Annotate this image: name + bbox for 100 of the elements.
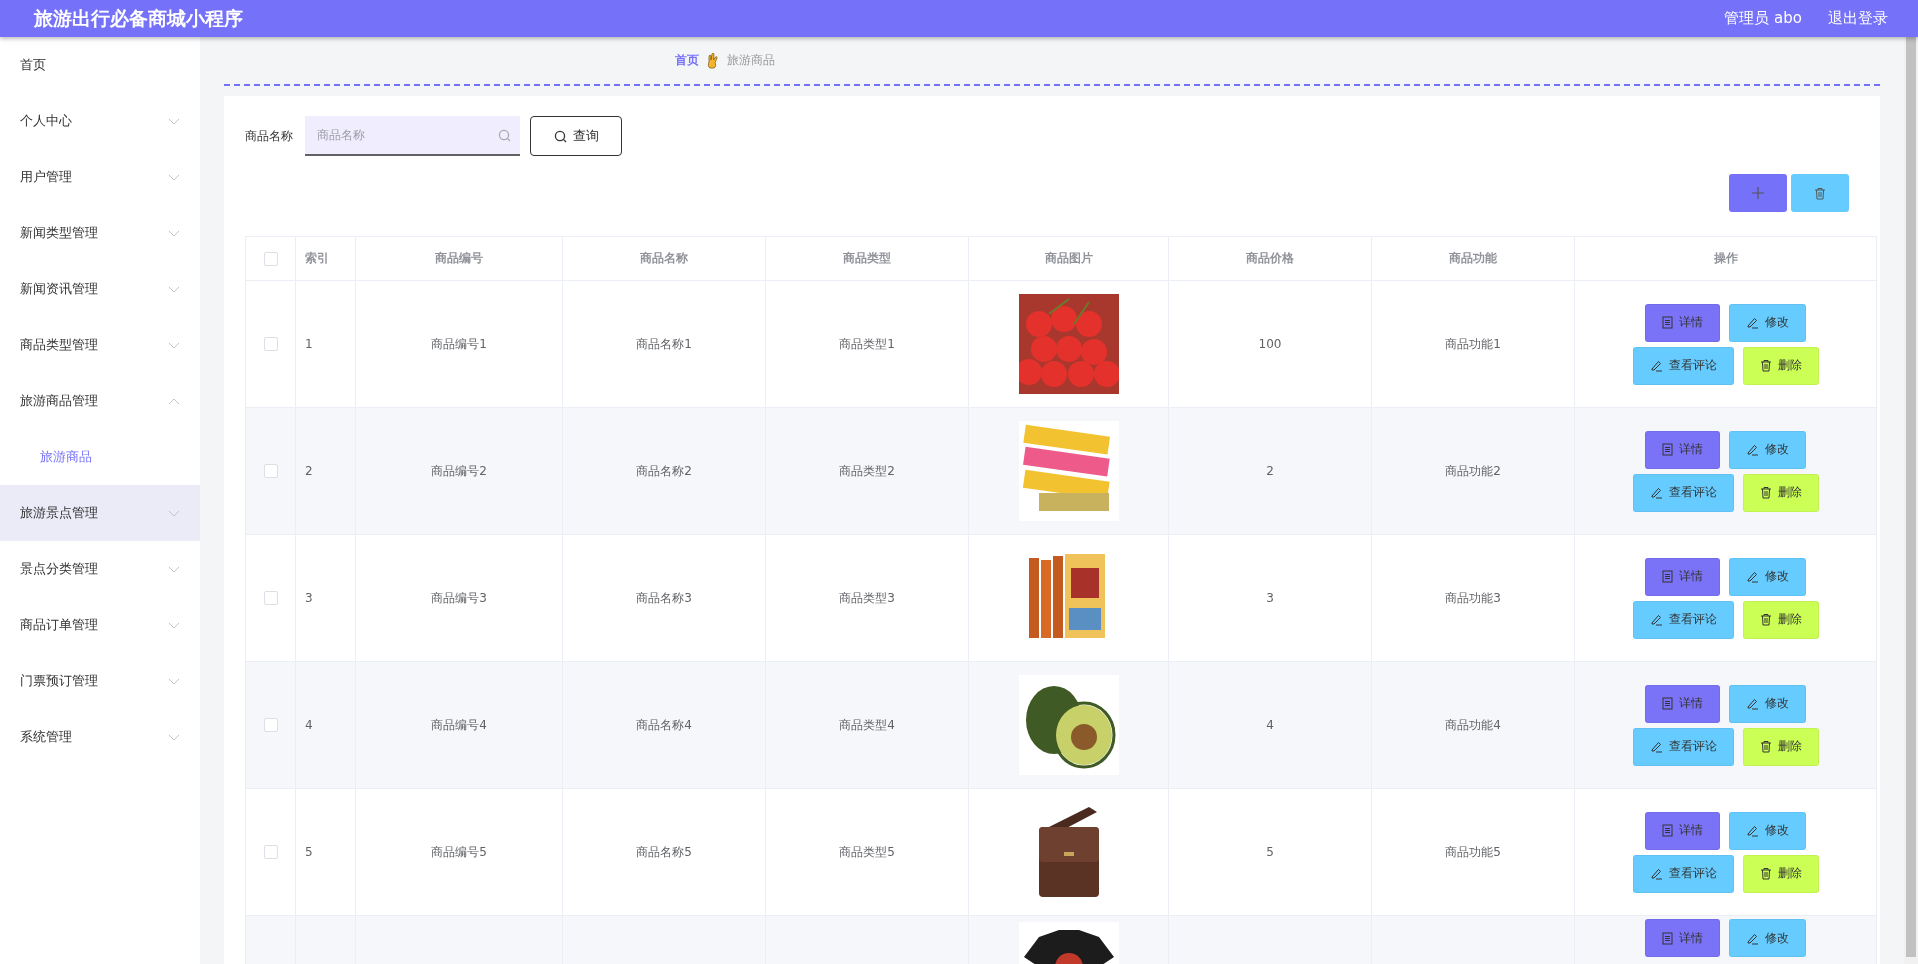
table-cell: 商品名称2 xyxy=(636,463,692,478)
trash-icon xyxy=(1759,867,1772,880)
table-cell: 商品编号2 xyxy=(431,463,487,478)
pencil-icon xyxy=(1649,740,1663,753)
trash-icon xyxy=(1759,359,1772,372)
comments-button[interactable]: 查看评论 xyxy=(1632,346,1734,385)
sidebar-item[interactable]: 旅游商品管理 xyxy=(0,373,200,429)
sidebar-item[interactable]: 旅游景点管理 xyxy=(0,485,200,541)
delete-button[interactable]: 删除 xyxy=(1742,473,1819,512)
add-button[interactable] xyxy=(1729,174,1787,212)
sidebar-item[interactable]: 商品类型管理 xyxy=(0,317,200,373)
pencil-icon xyxy=(1649,613,1663,626)
document-icon xyxy=(1662,316,1673,329)
search-label: 商品名称 xyxy=(245,127,293,145)
edit-button[interactable]: 修改 xyxy=(1729,430,1806,469)
document-icon xyxy=(1662,931,1673,945)
checkbox[interactable] xyxy=(263,591,278,606)
delete-button[interactable]: 删除 xyxy=(1742,600,1819,639)
edit-button[interactable]: 修改 xyxy=(1729,919,1806,957)
plus-icon xyxy=(1752,187,1764,199)
delete-button[interactable]: 删除 xyxy=(1742,854,1819,893)
column-header: 商品图片 xyxy=(1044,251,1093,265)
pencil-icon xyxy=(1746,570,1759,583)
table-cell: 1 xyxy=(305,337,313,351)
sidebar-item[interactable]: 个人中心 xyxy=(0,93,200,149)
app-title: 旅游出行必备商城小程序 xyxy=(34,5,244,31)
table-cell: 商品编号5 xyxy=(431,844,487,859)
logout-link[interactable]: 退出登录 xyxy=(1828,9,1888,28)
table-cell: 商品功能4 xyxy=(1445,717,1501,732)
pencil-icon xyxy=(1746,931,1759,945)
table-cell: 商品名称5 xyxy=(636,844,692,859)
sidebar-item[interactable]: 新闻资讯管理 xyxy=(0,261,200,317)
hand-icon xyxy=(707,52,719,69)
sidebar-item[interactable]: 景点分类管理 xyxy=(0,541,200,597)
table-cell: 商品名称1 xyxy=(636,336,692,351)
comments-button[interactable]: 查看评论 xyxy=(1632,727,1734,766)
table-cell: 3 xyxy=(305,591,313,605)
pencil-icon xyxy=(1649,359,1663,372)
sidebar-item[interactable]: 首页 xyxy=(0,37,200,93)
search-icon xyxy=(553,129,567,143)
checkbox[interactable] xyxy=(263,845,278,860)
comments-button[interactable]: 查看评论 xyxy=(1632,854,1734,893)
table-cell: 商品名称4 xyxy=(636,717,692,732)
trash-icon xyxy=(1759,740,1772,753)
checkbox[interactable] xyxy=(263,464,278,479)
table-cell: 商品功能1 xyxy=(1445,336,1501,351)
table-cell: 5 xyxy=(1266,845,1274,859)
table-cell: 商品类型5 xyxy=(839,844,895,859)
table-cell: 商品类型2 xyxy=(839,463,895,478)
edit-button[interactable]: 修改 xyxy=(1729,303,1806,342)
delete-button[interactable] xyxy=(1791,174,1849,212)
pencil-icon xyxy=(1649,486,1663,499)
table-cell: 商品编号3 xyxy=(431,590,487,605)
table-cell: 商品功能3 xyxy=(1445,590,1501,605)
checkbox[interactable] xyxy=(263,718,278,733)
breadcrumb-link[interactable]: 首页 xyxy=(675,52,699,69)
edit-button[interactable]: 修改 xyxy=(1729,557,1806,596)
comments-button[interactable]: 查看评论 xyxy=(1632,473,1734,512)
checkbox[interactable] xyxy=(263,251,278,266)
delete-button[interactable]: 删除 xyxy=(1742,346,1819,385)
document-icon xyxy=(1662,570,1673,583)
query-button[interactable]: 查询 xyxy=(530,116,622,156)
table-cell: 商品名称3 xyxy=(636,590,692,605)
column-header: 商品类型 xyxy=(843,251,891,265)
column-header: 商品名称 xyxy=(640,251,688,265)
column-header: 商品功能 xyxy=(1449,251,1497,265)
sidebar-item[interactable]: 商品订单管理 xyxy=(0,597,200,653)
column-header: 索引 xyxy=(305,251,329,265)
table-cell: 2 xyxy=(305,464,313,478)
table-cell: 4 xyxy=(305,718,313,732)
comments-button[interactable]: 查看评论 xyxy=(1632,600,1734,639)
delete-button[interactable]: 删除 xyxy=(1742,727,1819,766)
trash-icon xyxy=(1759,613,1772,626)
pencil-icon xyxy=(1746,316,1759,329)
table-cell: 3 xyxy=(1266,591,1274,605)
scrollbar-thumb[interactable] xyxy=(1906,37,1916,957)
trash-icon xyxy=(1814,186,1826,200)
sidebar-item[interactable]: 系统管理 xyxy=(0,709,200,765)
search-field[interactable]: 商品名称 xyxy=(305,116,520,156)
pencil-icon xyxy=(1746,443,1759,456)
table-cell: 商品类型3 xyxy=(839,590,895,605)
table-cell: 4 xyxy=(1266,718,1274,732)
document-icon xyxy=(1662,824,1673,837)
table-cell: 2 xyxy=(1266,464,1274,478)
table-cell: 5 xyxy=(305,845,313,859)
column-header: 商品编号 xyxy=(435,251,483,265)
column-header: 操作 xyxy=(1713,251,1738,265)
sidebar-item[interactable]: 用户管理 xyxy=(0,149,200,205)
table-cell: 商品类型1 xyxy=(839,336,895,351)
edit-button[interactable]: 修改 xyxy=(1729,811,1806,850)
table-cell: 100 xyxy=(1258,337,1282,351)
sidebar-item[interactable]: 新闻类型管理 xyxy=(0,205,200,261)
column-header: 商品价格 xyxy=(1246,251,1294,265)
user-label: 管理员 abo xyxy=(1724,9,1802,28)
checkbox[interactable] xyxy=(263,337,278,352)
document-icon xyxy=(1662,697,1673,710)
sidebar-item[interactable]: 门票预订管理 xyxy=(0,653,200,709)
sidebar-subitem[interactable]: 旅游商品 xyxy=(0,429,200,485)
table-cell: 商品类型4 xyxy=(839,717,895,732)
edit-button[interactable]: 修改 xyxy=(1729,684,1806,723)
